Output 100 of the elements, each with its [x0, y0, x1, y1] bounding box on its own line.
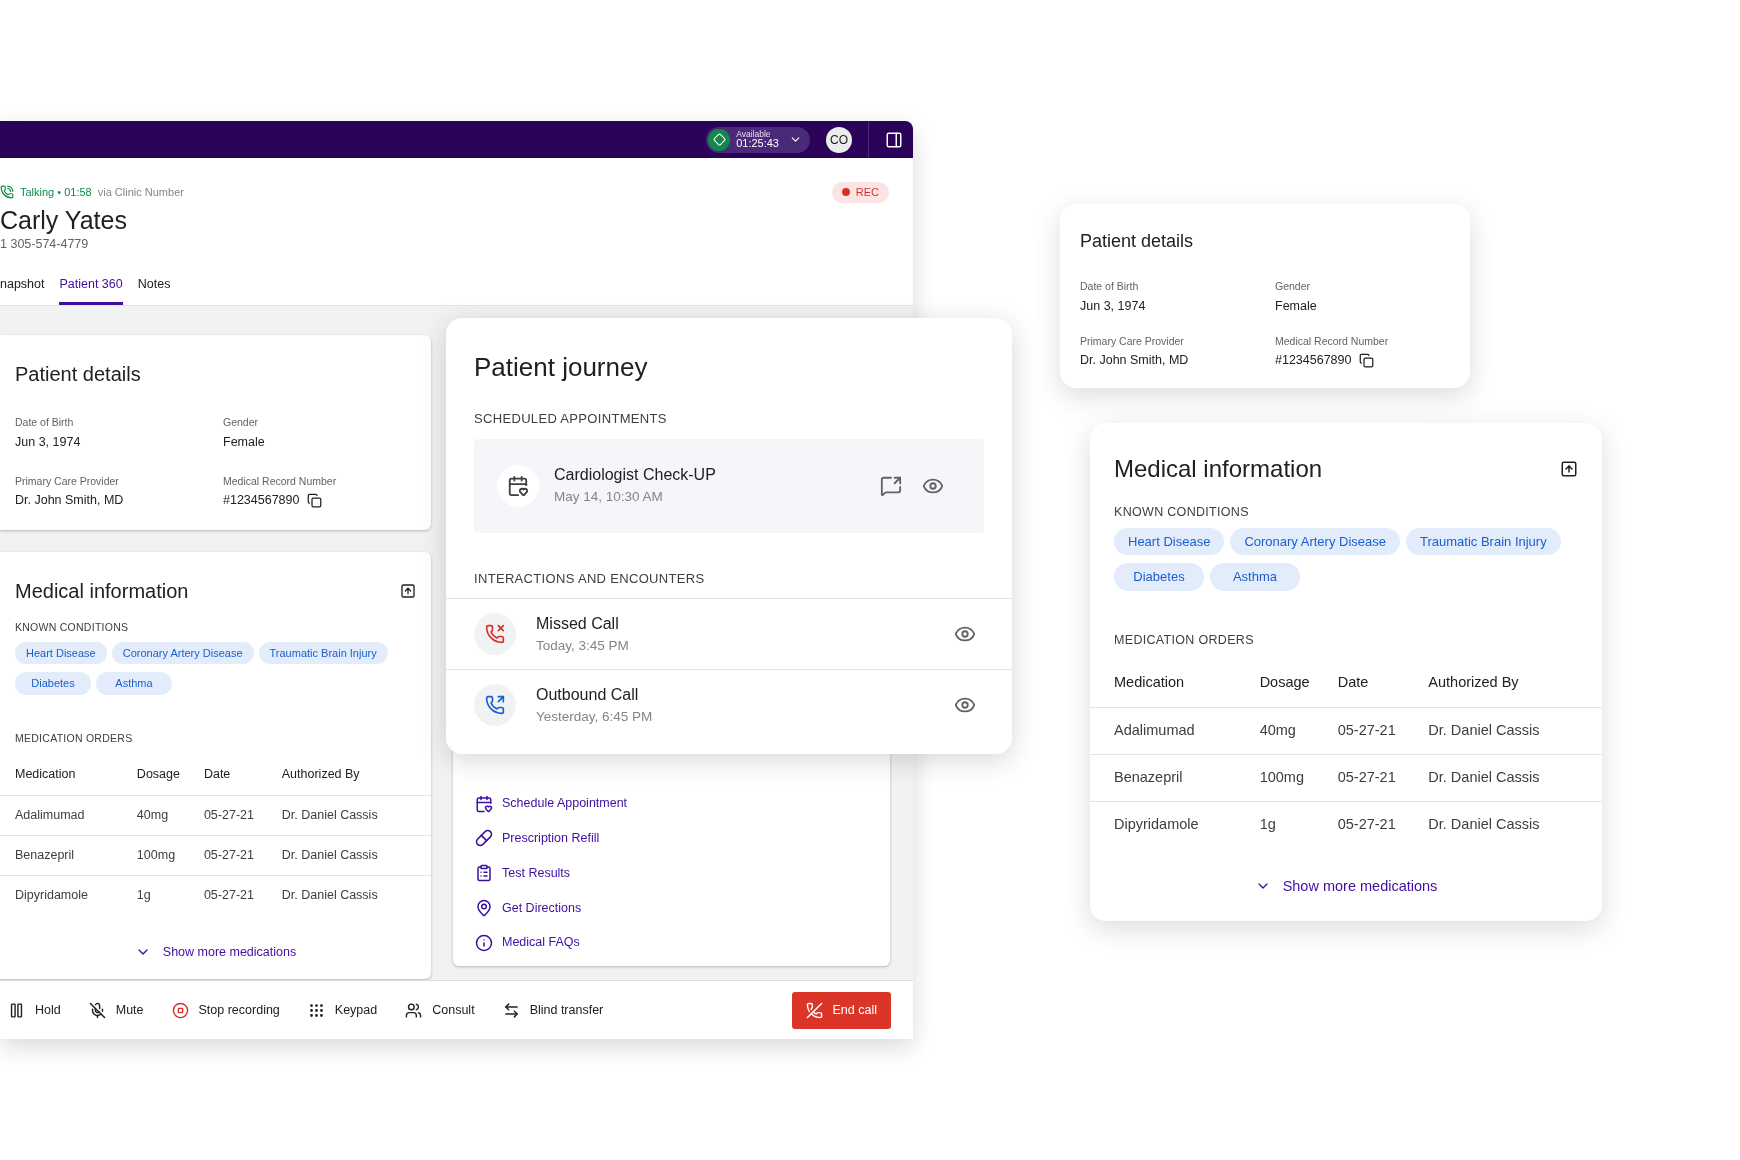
- share-message-icon[interactable]: [880, 474, 902, 497]
- table-cell: 100mg: [136, 835, 204, 876]
- quick-link[interactable]: Get Directions: [475, 898, 868, 918]
- condition-chip: Coronary Artery Disease: [111, 641, 254, 665]
- call-source: via Clinic Number: [97, 185, 184, 200]
- interaction-time: Yesterday, 6:45 PM: [536, 707, 653, 726]
- end-call-button[interactable]: End call: [791, 991, 891, 1029]
- table-cell: Adalimumad: [0, 795, 137, 836]
- appointment-card[interactable]: Cardiologist Check-UP May 14, 10:30 AM: [474, 438, 984, 533]
- field-value: #1234567890: [1275, 352, 1352, 370]
- appointment-time: May 14, 10:30 AM: [554, 488, 664, 507]
- status-timer: 01:25:43: [736, 138, 779, 150]
- section-heading: MEDICATION ORDERS: [1113, 631, 1255, 649]
- panel-toggle-icon[interactable]: [885, 130, 903, 149]
- table-cell: Dr. Daniel Cassis: [281, 835, 431, 876]
- table-cell: 05-27-21: [203, 875, 282, 915]
- table-cell: 05-27-21: [203, 795, 282, 836]
- calendar-icon: [475, 794, 493, 813]
- card-title: Patient journey: [473, 351, 649, 384]
- field-value: Female: [223, 433, 265, 451]
- interaction-row[interactable]: Outbound Call Yesterday, 6:45 PM: [446, 669, 1012, 740]
- column-header: Date: [203, 752, 282, 796]
- show-more-link[interactable]: Show more medications: [134, 942, 297, 962]
- section-heading: KNOWN CONDITIONS: [1113, 504, 1250, 521]
- call-control-button[interactable]: Stop recording: [171, 1000, 280, 1020]
- quick-link[interactable]: Medical FAQs: [475, 933, 868, 952]
- quick-link[interactable]: Prescription Refill: [475, 829, 868, 848]
- table-cell: Benazepril: [0, 835, 137, 876]
- call-control-button[interactable]: Consult: [405, 1000, 475, 1020]
- user-avatar[interactable]: CO: [826, 126, 852, 153]
- table-cell: 05-27-21: [1337, 754, 1429, 802]
- caller-name: Carly Yates: [0, 204, 128, 235]
- appointment-title: Cardiologist Check-UP: [554, 465, 716, 486]
- outgoing-call-icon: [474, 684, 516, 726]
- table-cell: Dipyridamole: [1090, 801, 1260, 848]
- table-cell: 100mg: [1259, 754, 1338, 802]
- info-icon: [475, 933, 493, 952]
- table-cell: Dr. Daniel Cassis: [1428, 754, 1602, 802]
- status-selector[interactable]: Available 01:25:43: [706, 126, 810, 153]
- column-header: Authorized By: [281, 752, 431, 796]
- condition-chip: Asthma: [96, 672, 172, 695]
- table-cell: 1g: [136, 875, 204, 915]
- field-label: Gender: [1275, 279, 1312, 294]
- copy-icon[interactable]: [1359, 353, 1375, 369]
- table-cell: 40mg: [136, 795, 204, 836]
- call-control-button[interactable]: Mute: [88, 1000, 144, 1020]
- section-heading: INTERACTIONS AND ENCOUNTERS: [473, 569, 706, 588]
- section-heading: MEDICATION ORDERS: [14, 730, 134, 746]
- quick-link[interactable]: Test Results: [475, 863, 868, 883]
- phone-icon: [0, 185, 14, 200]
- call-status: Talking • 01:58: [20, 185, 92, 200]
- field-value: Dr. John Smith, MD: [15, 492, 124, 510]
- card-title: Patient details: [1080, 230, 1195, 253]
- clipboard-icon: [475, 864, 493, 883]
- pause-icon: [8, 1001, 25, 1019]
- table-cell: 05-27-21: [1337, 801, 1429, 848]
- table-cell: Dr. Daniel Cassis: [281, 875, 431, 915]
- interaction-title: Missed Call: [536, 613, 620, 634]
- people-icon: [405, 1001, 423, 1019]
- condition-chip: Traumatic Brain Injury: [258, 641, 388, 665]
- tab[interactable]: Notes: [137, 275, 171, 305]
- call-control-button[interactable]: Blind transfer: [502, 1000, 604, 1020]
- copy-icon[interactable]: [307, 493, 323, 509]
- interaction-time: Today, 3:45 PM: [536, 636, 629, 655]
- tab[interactable]: napshot: [0, 275, 45, 305]
- mic-off-icon: [88, 1001, 106, 1019]
- status-icon: [708, 128, 731, 151]
- condition-chip: Coronary Artery Disease: [1230, 527, 1400, 556]
- condition-chip: Asthma: [1210, 563, 1300, 591]
- condition-chip: Traumatic Brain Injury: [1406, 527, 1561, 556]
- field-value: Dr. John Smith, MD: [1080, 352, 1189, 370]
- field-label: Medical Record Number: [223, 473, 338, 489]
- table-cell: Benazepril: [1090, 754, 1260, 802]
- show-more-link[interactable]: Show more medications: [1254, 875, 1438, 898]
- card-title: Patient details: [15, 362, 142, 387]
- field-value: Jun 3, 1974: [15, 433, 81, 451]
- field-value: Female: [1275, 297, 1317, 315]
- field-label: Date of Birth: [15, 415, 75, 430]
- table-cell: 05-27-21: [1337, 707, 1429, 755]
- appointment-icon: [497, 464, 539, 507]
- column-header: Authorized By: [1428, 657, 1602, 708]
- table-cell: Dipyridamole: [0, 875, 137, 915]
- field-value: Jun 3, 1974: [1080, 297, 1146, 315]
- field-label: Date of Birth: [1080, 279, 1140, 294]
- call-control-button[interactable]: Keypad: [307, 1000, 378, 1020]
- column-header: Dosage: [136, 752, 204, 796]
- caller-phone: 1 305-574-4779: [0, 235, 90, 253]
- table-cell: 1g: [1259, 801, 1338, 848]
- pill-bottle-icon: [475, 829, 493, 848]
- table-cell: Adalimumad: [1090, 707, 1260, 755]
- column-header: Medication: [1090, 657, 1260, 708]
- quick-link[interactable]: Schedule Appointment: [475, 794, 868, 813]
- condition-chip: Diabetes: [15, 672, 91, 695]
- missed-call-icon: [474, 613, 516, 655]
- table-cell: Dr. Daniel Cassis: [281, 795, 431, 836]
- open-external-icon[interactable]: [400, 583, 416, 599]
- call-control-button[interactable]: Hold: [8, 1000, 61, 1020]
- interaction-row[interactable]: Missed Call Today, 3:45 PM: [446, 598, 1012, 669]
- open-external-icon[interactable]: [1560, 460, 1578, 478]
- field-label: Primary Care Provider: [15, 473, 120, 489]
